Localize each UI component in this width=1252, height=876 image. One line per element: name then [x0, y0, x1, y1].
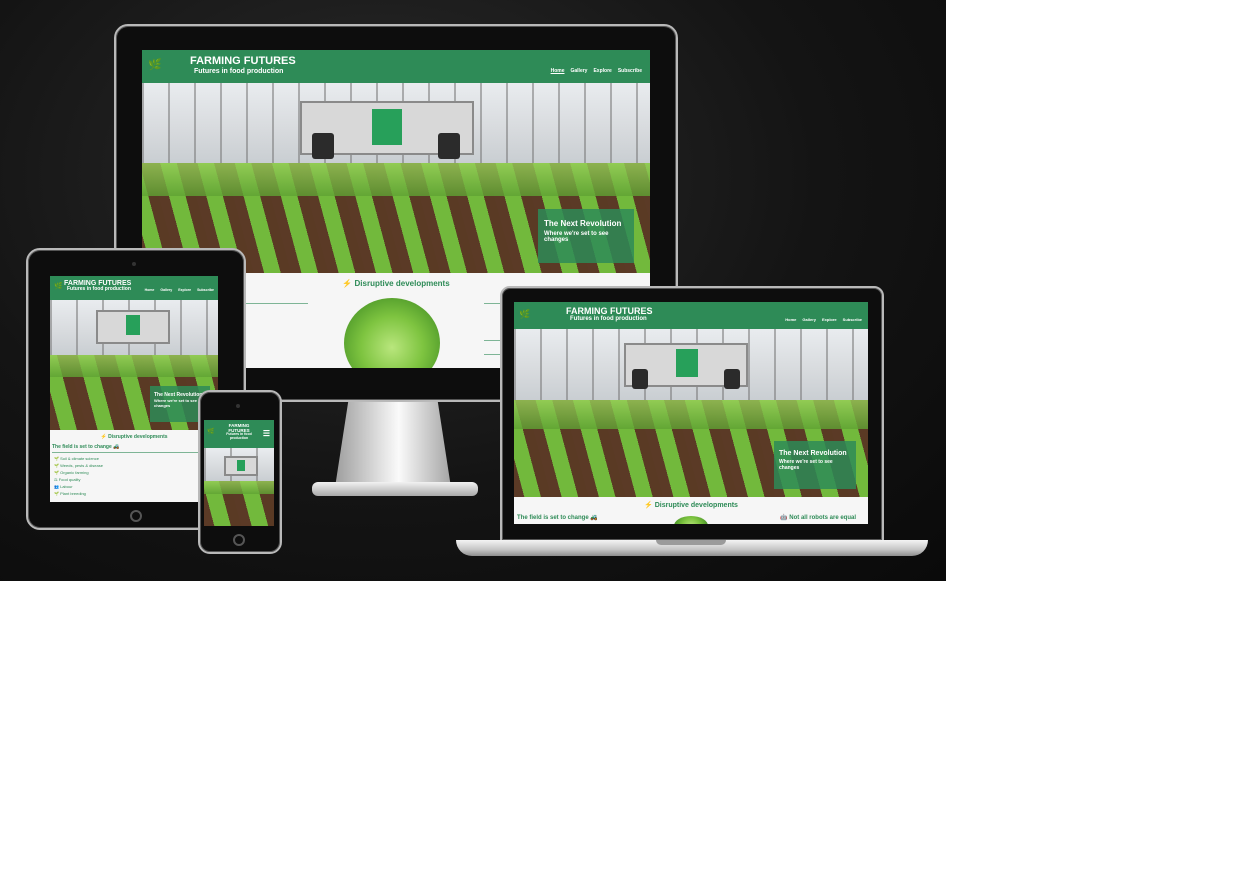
section-title: ⚡ Disruptive developments — [100, 434, 168, 440]
brand-title: FARMING FUTURES Futures in food producti… — [218, 423, 260, 441]
hero-heading: The Next Revolution — [779, 450, 847, 457]
main-nav: Home Gallery Explore Subscribe — [139, 288, 214, 292]
brand-subtitle: Futures in food production — [194, 67, 284, 75]
site-header: 🌿 FARMING FUTURES Futures in food produc… — [514, 302, 868, 329]
hero-caption: The Next Revolution Where we're set to s… — [774, 441, 856, 489]
nav-explore[interactable]: Explore — [822, 317, 837, 322]
site-header: 🌿 FARMING FUTURES Futures in food produc… — [142, 50, 650, 83]
nav-home[interactable]: Home — [785, 317, 796, 322]
nav-gallery[interactable]: Gallery — [160, 288, 172, 292]
lettuce-image — [674, 516, 708, 524]
main-nav: Home Gallery Explore Subscribe — [779, 317, 862, 322]
nav-subscribe[interactable]: Subscribe — [843, 317, 862, 322]
hero-image: The Next Revolution Where we're set to s… — [142, 83, 650, 273]
nav-gallery[interactable]: Gallery — [802, 317, 816, 322]
nav-subscribe[interactable]: Subscribe — [197, 288, 214, 292]
section-title: ⚡ Disruptive developments — [644, 502, 738, 509]
topic-item[interactable]: 👥 Labour — [54, 484, 73, 489]
device-mockup-stage: 🌿 FARMING FUTURES Futures in food produc… — [0, 0, 946, 581]
main-nav: Home Gallery Explore Subscribe — [545, 68, 642, 74]
hero-image: The Next Revolution Where we're set to s… — [514, 329, 868, 497]
hero-caption: The Next Revolution Where we're set to s… — [538, 209, 634, 263]
topic-item[interactable]: 🌱 Weeds, pests & disease — [54, 463, 103, 468]
menu-icon[interactable]: ☰ — [263, 429, 270, 438]
field-heading: The field is set to change 🚜 — [517, 515, 598, 521]
lettuce-image — [344, 298, 440, 368]
nav-explore[interactable]: Explore — [593, 68, 611, 74]
nav-home[interactable]: Home — [551, 68, 565, 74]
topic-item[interactable]: 🌱 Plant breeding — [54, 491, 86, 496]
topic-item[interactable]: 🌱 Soil & climate science — [54, 456, 99, 461]
hero-image — [204, 448, 274, 526]
nav-explore[interactable]: Explore — [178, 288, 191, 292]
hero-image: The Next Revolution Where we're set to s… — [50, 300, 218, 430]
brand-title: FARMING FUTURES Futures in food producti… — [190, 55, 296, 75]
leaf-logo-icon: 🌿 — [519, 309, 531, 319]
robots-heading: 🤖 Not all robots are equal — [780, 515, 856, 521]
brand-subtitle: Futures in food production — [67, 286, 131, 293]
hero-subheading: Where we're set to see changes — [544, 231, 609, 243]
leaf-logo-icon: 🌿 — [207, 429, 215, 435]
hero-subheading: Where we're set to see changes — [779, 459, 833, 471]
phone-screen: 🌿 FARMING FUTURES Futures in food produc… — [204, 420, 274, 526]
brand-subtitle: Futures in food production — [570, 316, 647, 323]
site-header: 🌿 FARMING FUTURES Futures in food produc… — [204, 420, 274, 448]
brand-title: FARMING FUTURES Futures in food producti… — [566, 306, 653, 323]
laptop: 🌿 FARMING FUTURES Futures in food produc… — [456, 286, 928, 558]
nav-home[interactable]: Home — [145, 288, 155, 292]
home-button — [233, 534, 245, 546]
brand-title: FARMING FUTURES Futures in food producti… — [64, 280, 132, 293]
home-button — [130, 510, 142, 522]
leaf-logo-icon: 🌿 — [148, 59, 162, 71]
phone: 🌿 FARMING FUTURES Futures in food produc… — [198, 390, 284, 556]
site-header: 🌿 FARMING FUTURES Futures in food produc… — [50, 276, 218, 300]
topic-item[interactable]: 🌱 Organic farming — [54, 470, 89, 475]
brand-subtitle: Futures in food production — [226, 432, 252, 441]
hero-heading: The Next Revolution — [544, 219, 622, 228]
laptop-screen: 🌿 FARMING FUTURES Futures in food produc… — [514, 302, 868, 524]
nav-gallery[interactable]: Gallery — [571, 68, 588, 74]
topic-item[interactable]: ⚖ Food quality — [54, 477, 81, 482]
leaf-logo-icon: 🌿 — [54, 283, 63, 290]
tablet-screen: 🌿 FARMING FUTURES Futures in food produc… — [50, 276, 218, 502]
nav-subscribe[interactable]: Subscribe — [618, 68, 642, 74]
field-heading: The field is set to change 🚜 — [52, 444, 120, 450]
